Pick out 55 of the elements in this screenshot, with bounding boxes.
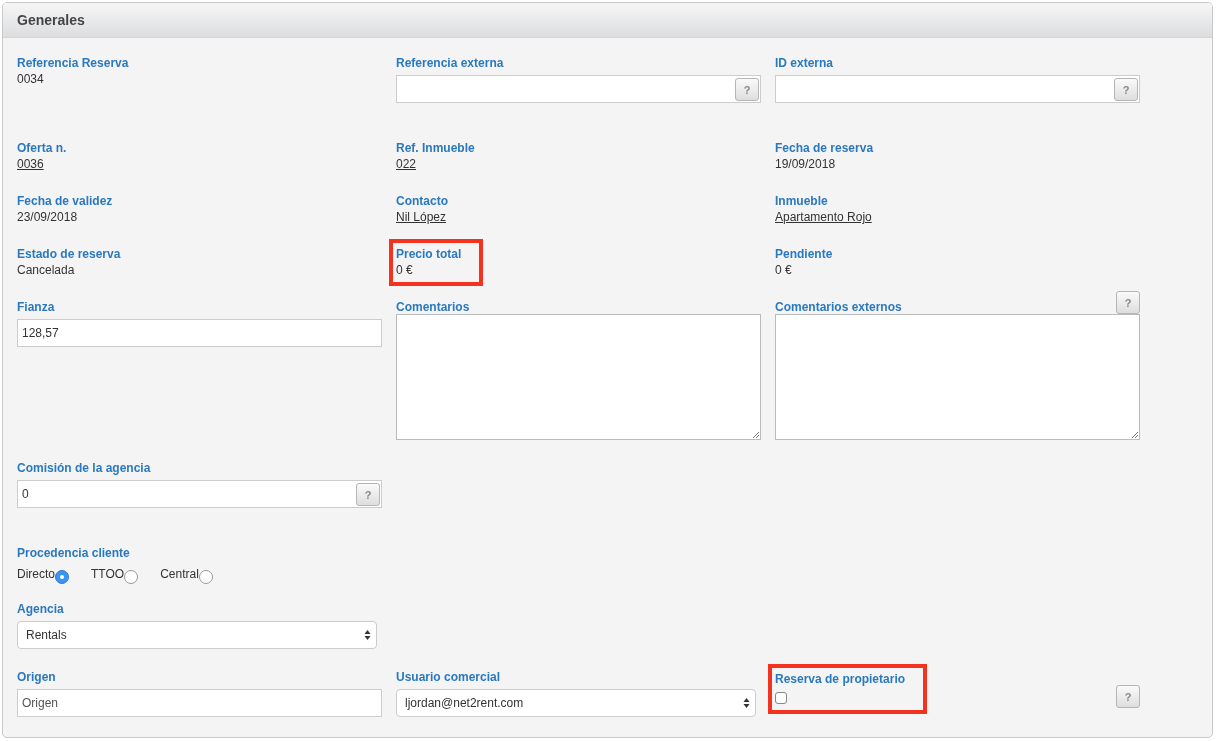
field-label: Inmueble bbox=[775, 193, 829, 209]
updown-caret-icon bbox=[743, 697, 750, 709]
value-link[interactable]: Nil López bbox=[396, 210, 447, 224]
field-label: Fianza bbox=[17, 299, 55, 315]
resize-grip-icon[interactable] bbox=[752, 431, 759, 438]
field-label: Comisión de la agencia bbox=[17, 460, 151, 476]
text-area[interactable] bbox=[775, 314, 1140, 440]
input-value: 128,57 bbox=[22, 326, 59, 340]
field-label: Agencia bbox=[17, 601, 64, 617]
field-label: Fecha de validez bbox=[17, 193, 113, 209]
field-label: Fecha de reserva bbox=[775, 140, 874, 156]
field-value: Cancelada bbox=[17, 262, 76, 279]
input-placeholder: Origen bbox=[22, 696, 59, 710]
radio-button[interactable] bbox=[124, 570, 139, 584]
input-field[interactable]: 0 ? bbox=[17, 480, 382, 508]
field-label: Pendiente bbox=[775, 246, 833, 262]
value-link[interactable]: Apartamento Rojo bbox=[775, 210, 872, 224]
field-label: Referencia Reserva bbox=[17, 55, 129, 71]
radio-label: Central bbox=[160, 567, 199, 581]
input-field[interactable]: 128,57 bbox=[17, 319, 382, 347]
field-label: Referencia externa bbox=[396, 55, 504, 71]
radio-label: Directo bbox=[17, 567, 55, 581]
field-label: Oferta n. bbox=[17, 140, 67, 156]
input-field[interactable]: Origen bbox=[17, 689, 382, 717]
checkbox[interactable] bbox=[775, 691, 787, 704]
field-label: Comentarios bbox=[396, 299, 470, 315]
select-field[interactable]: Rentals bbox=[17, 621, 377, 649]
resize-grip-icon[interactable] bbox=[1131, 431, 1138, 438]
field-value: 23/09/2018 bbox=[17, 209, 79, 226]
field-value: 0 € bbox=[396, 262, 414, 279]
field-label: Usuario comercial bbox=[396, 669, 501, 685]
radio-button[interactable] bbox=[198, 570, 213, 584]
select-value: Rentals bbox=[26, 628, 67, 642]
field-label: Estado de reserva bbox=[17, 246, 121, 262]
updown-caret-icon bbox=[364, 629, 371, 641]
field-label: Contacto bbox=[396, 193, 448, 209]
field-label: Reserva de propietario bbox=[775, 670, 906, 687]
radio-label: TTOO bbox=[91, 567, 125, 581]
value-link[interactable]: 022 bbox=[396, 157, 417, 171]
field-label: Precio total bbox=[396, 246, 462, 262]
field-label: Procedencia cliente bbox=[17, 545, 130, 561]
input-value: 0 bbox=[22, 487, 29, 501]
field-value: 0034 bbox=[17, 71, 45, 88]
field-label: Origen bbox=[17, 669, 56, 685]
panel-title: Generales bbox=[17, 12, 85, 28]
select-value: ljordan@net2rent.com bbox=[405, 696, 524, 710]
value-link[interactable]: 0036 bbox=[17, 157, 44, 171]
field-label: Ref. Inmueble bbox=[396, 140, 475, 156]
select-field[interactable]: ljordan@net2rent.com bbox=[396, 689, 756, 717]
field-label: Comentarios externos bbox=[775, 299, 902, 315]
field-label: ID externa bbox=[775, 55, 834, 71]
text-area[interactable] bbox=[396, 314, 761, 440]
field-value: 0 € bbox=[775, 262, 793, 279]
field-value: 19/09/2018 bbox=[775, 156, 837, 173]
radio-button[interactable] bbox=[55, 570, 69, 584]
